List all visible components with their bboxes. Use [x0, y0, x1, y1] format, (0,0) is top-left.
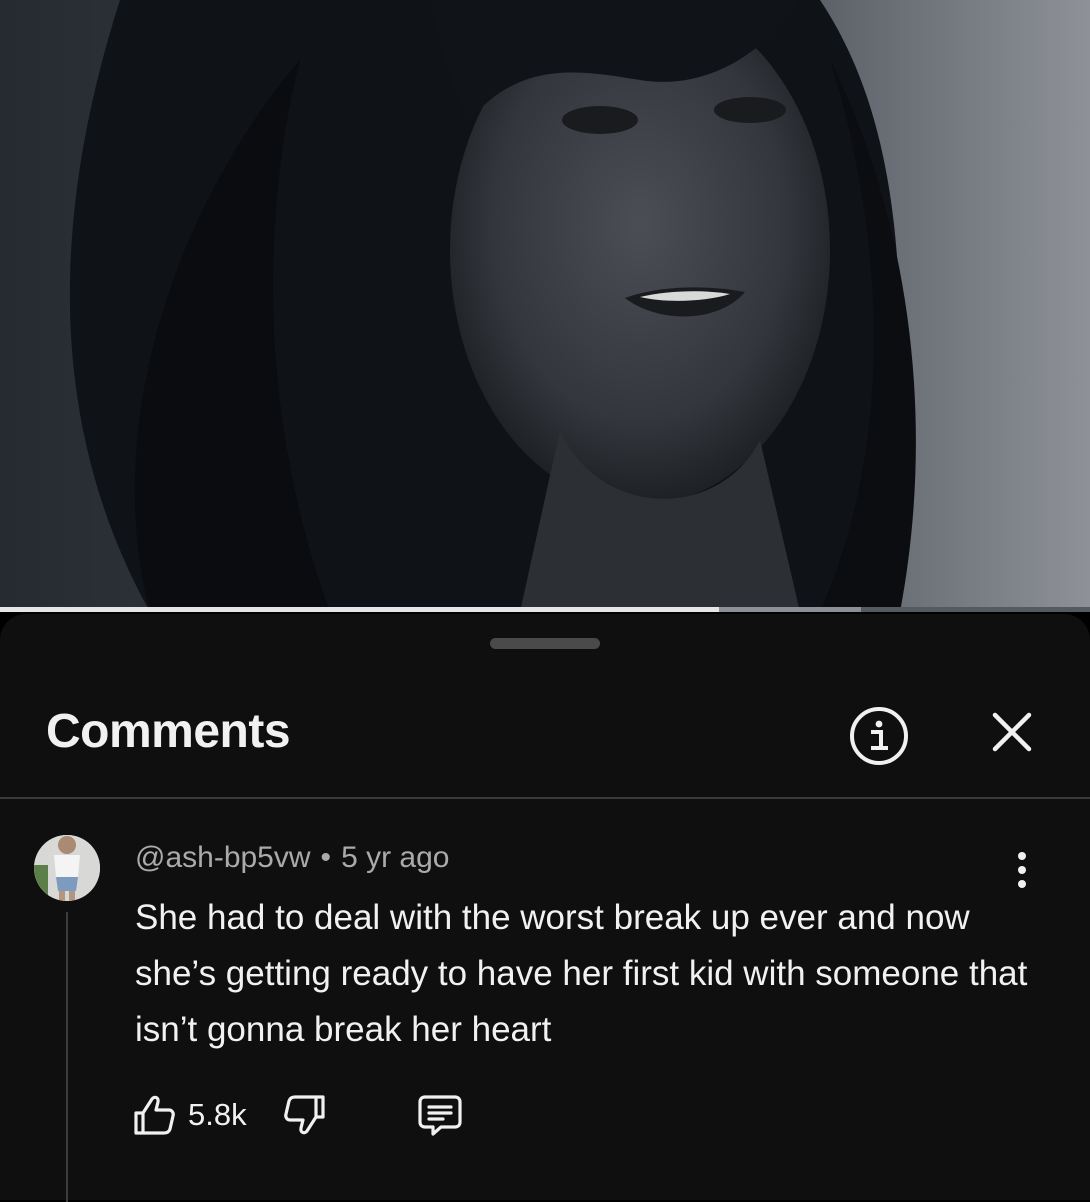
comment-text: She had to deal with the worst break up …: [135, 898, 1028, 1049]
like-button[interactable]: 5.8k: [130, 1091, 247, 1139]
comment-meta: @ash-bp5vw • 5 yr ago: [135, 840, 449, 876]
like-count: 5.8k: [188, 1097, 247, 1132]
close-button[interactable]: [986, 706, 1038, 758]
reply-comment-icon: [418, 1095, 462, 1136]
video-progress-bar[interactable]: [0, 607, 1090, 612]
comments-sheet: Comments @ash-bp5vw • 5 yr ago She had t…: [0, 614, 1090, 1202]
comment-age: 5 yr ago: [341, 841, 450, 874]
more-vertical-icon: [1018, 852, 1026, 888]
header-divider: [0, 797, 1090, 799]
video-frame-image: [0, 0, 1090, 612]
video-played-bar: [0, 607, 720, 612]
sheet-drag-handle[interactable]: [490, 638, 600, 649]
reply-button[interactable]: [415, 1091, 465, 1139]
video-player[interactable]: [0, 0, 1090, 612]
close-icon: [992, 712, 1032, 752]
comment-author[interactable]: @ash-bp5vw: [135, 841, 311, 874]
thumbs-down-icon: [283, 1095, 325, 1135]
dislike-button[interactable]: [281, 1091, 329, 1139]
info-button[interactable]: [848, 705, 910, 767]
thumbs-up-icon: [134, 1095, 175, 1135]
info-circle-icon: [850, 707, 908, 765]
avatar-image: [34, 835, 100, 901]
reply-thread-line: [66, 912, 68, 1202]
comments-title: Comments: [46, 705, 291, 758]
comment-more-button[interactable]: [1006, 850, 1038, 890]
comment-actions: 5.8k: [130, 1090, 465, 1140]
avatar[interactable]: [34, 835, 100, 901]
meta-separator: •: [320, 841, 332, 874]
